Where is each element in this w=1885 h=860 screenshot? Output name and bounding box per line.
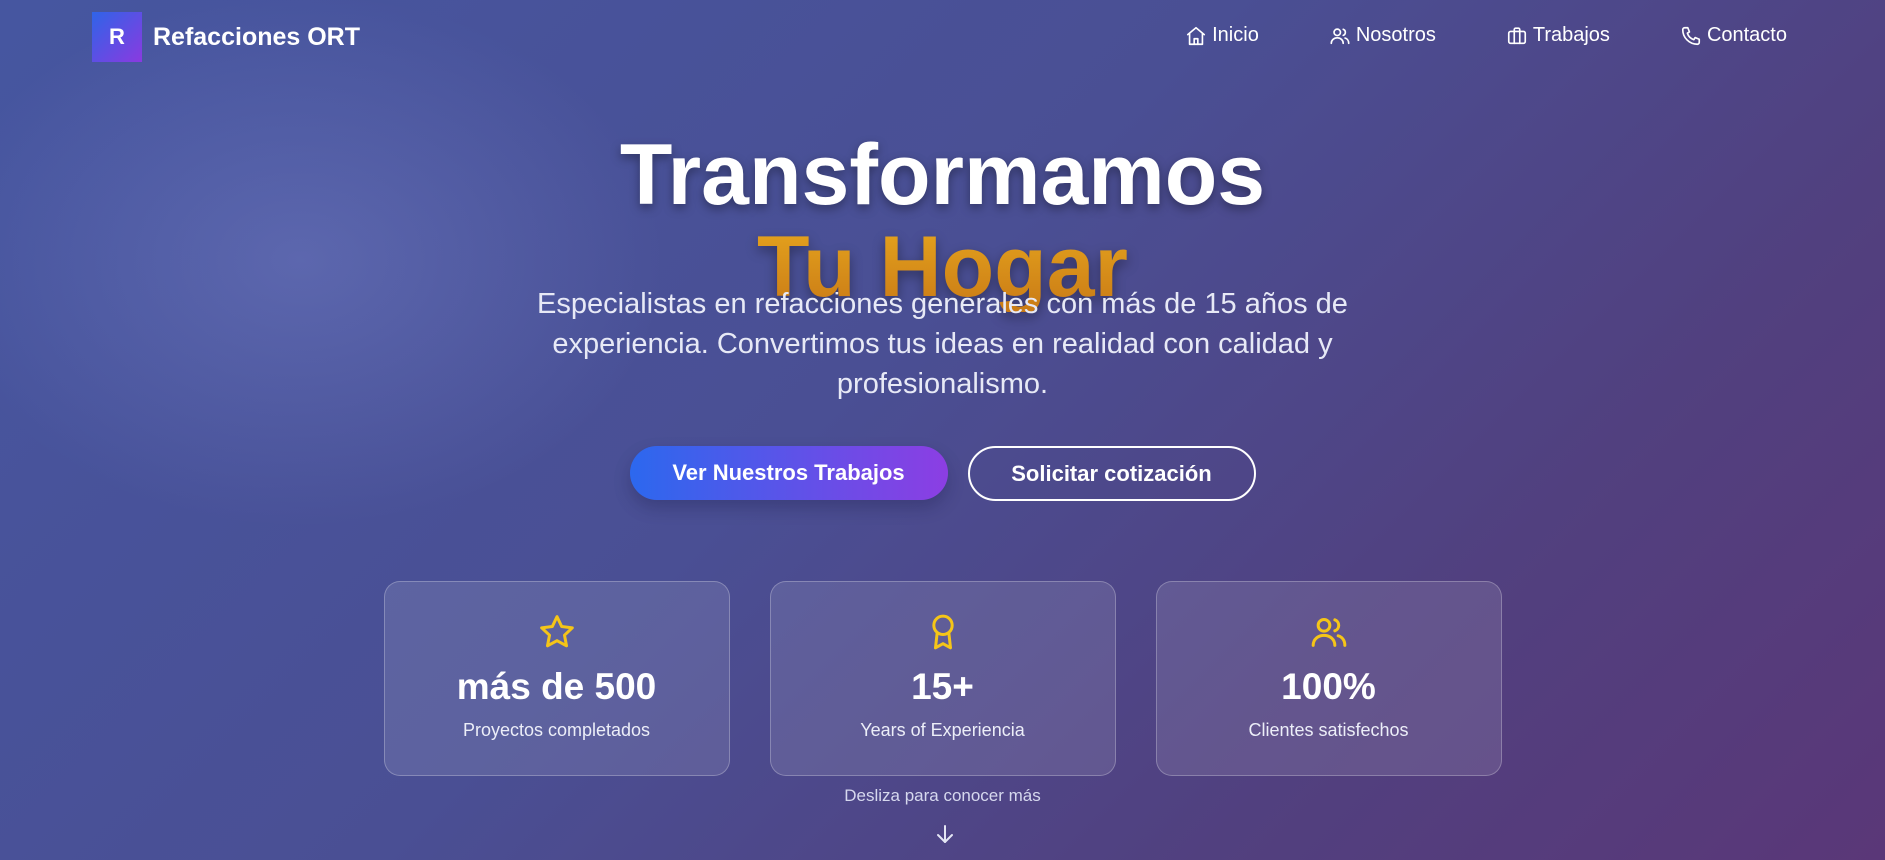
briefcase-icon: [1507, 26, 1526, 44]
users-icon: [1330, 27, 1350, 44]
brand-name: Refacciones ORT: [153, 22, 361, 51]
nav-item-label: Contacto: [1706, 24, 1787, 46]
scroll-down-button[interactable]: [933, 822, 957, 851]
stat-label: Proyectos completados: [462, 720, 651, 740]
nav-item-inicio[interactable]: Inicio: [1185, 24, 1259, 47]
stat-card-experience: 15+ Years of Experiencia: [769, 581, 1116, 776]
nav-item-label: Nosotros: [1355, 24, 1436, 46]
phone-icon: [1681, 26, 1701, 45]
arrow-down-icon: [937, 825, 953, 843]
nav-item-label: Inicio: [1212, 24, 1259, 46]
nav-item-label: Trabajos: [1532, 24, 1610, 46]
home-icon: [1187, 26, 1206, 45]
stat-label: Clientes satisfechos: [1248, 720, 1409, 740]
hero-subtitle: Especialistas en refacciones generales c…: [537, 288, 1348, 400]
scroll-hint: Desliza para conocer más: [844, 786, 1041, 805]
hero-subtitle-wrap: Especialistas en refacciones generales c…: [0, 284, 1885, 404]
request-quote-button[interactable]: Solicitar cotización: [967, 446, 1256, 501]
stat-card-clients: 100% Clientes satisfechos: [1155, 581, 1502, 776]
stat-label: Years of Experiencia: [860, 720, 1025, 740]
navbar: R Refacciones ORT Inicio Nosotros Trabaj…: [0, 0, 1885, 76]
nav-item-contacto[interactable]: Contacto: [1680, 24, 1787, 47]
cta-row: Ver Nuestros Trabajos Solicitar cotizaci…: [0, 446, 1885, 501]
brand-link[interactable]: R Refacciones ORT: [92, 12, 360, 62]
star-icon: [539, 615, 574, 648]
hero-title-line1: Transformamos: [619, 126, 1266, 223]
nav-links: Inicio Nosotros Trabajos Contacto: [1115, 24, 1787, 47]
stat-card-projects: más de 500 Proyectos completados: [383, 581, 730, 776]
stat-value: 100%: [1281, 666, 1376, 707]
users-icon: [1311, 618, 1346, 647]
nav-item-nosotros[interactable]: Nosotros: [1329, 24, 1436, 47]
award-icon: [931, 614, 954, 650]
view-works-button[interactable]: Ver Nuestros Trabajos: [629, 446, 948, 500]
nav-item-trabajos[interactable]: Trabajos: [1506, 24, 1610, 47]
brand-logo-letter: R: [109, 24, 125, 49]
stat-value: más de 500: [456, 666, 657, 707]
stat-value: 15+: [911, 666, 974, 707]
stats-row: más de 500 Proyectos completados 15+ Yea…: [0, 581, 1885, 776]
brand-logo: R: [92, 12, 142, 62]
